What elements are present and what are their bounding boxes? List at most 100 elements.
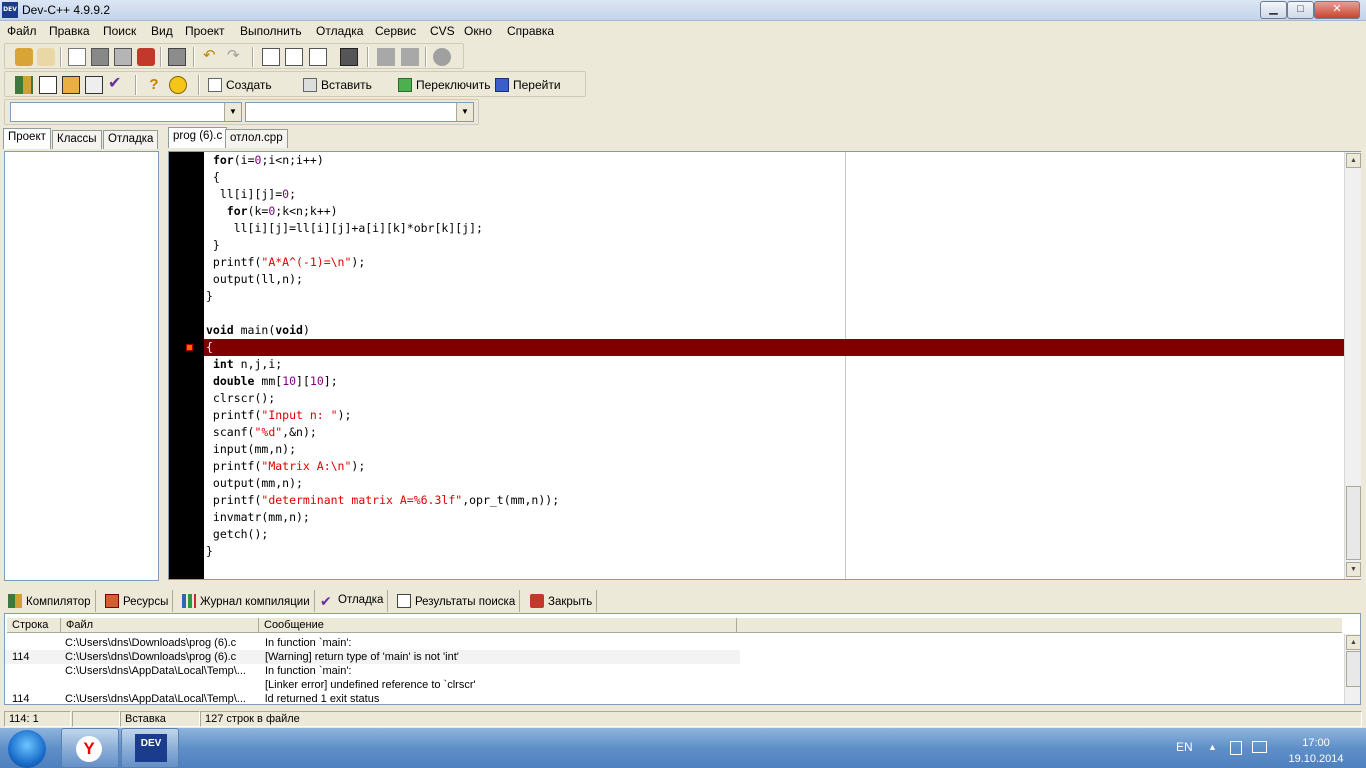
save-all-icon[interactable] [114, 48, 132, 66]
menu-window[interactable]: Окно [464, 24, 492, 38]
tab-prog-6-c[interactable]: prog (6).c [168, 127, 228, 148]
scroll-down-icon[interactable]: ▼ [1346, 562, 1361, 577]
debug-check-icon[interactable]: ✔ [108, 76, 126, 94]
message-text: In function `main': [265, 637, 352, 649]
tab-close-label: Закрыть [548, 596, 593, 608]
scroll-up-icon[interactable]: ▲ [1346, 153, 1361, 168]
col-file-header[interactable]: Файл [61, 618, 259, 633]
code-token: "Input n: " [261, 408, 338, 422]
menu-file[interactable]: Файл [7, 24, 37, 38]
find-icon[interactable] [262, 48, 280, 66]
menu-view[interactable]: Вид [151, 24, 173, 38]
action-center-icon[interactable] [1230, 741, 1242, 755]
class-combo[interactable]: ▼ [10, 102, 242, 122]
code-token: ); [351, 255, 366, 269]
toggle-bookmark-button[interactable]: Переключить [398, 77, 490, 95]
code-line: } [206, 543, 213, 560]
menu-debug[interactable]: Отладка [316, 24, 363, 38]
message-row[interactable]: C:\Users\dns\AppData\Local\Temp\... In fu… [5, 664, 740, 678]
new-file-icon[interactable] [68, 48, 86, 66]
yandex-browser-button[interactable]: Y [61, 728, 119, 768]
code-token: } [206, 238, 220, 252]
code-token: ll[i][j]= [206, 187, 283, 201]
tab-search-results[interactable]: Результаты поиска [393, 590, 521, 612]
language-indicator[interactable]: EN [1176, 740, 1193, 754]
find-next-icon[interactable] [285, 48, 303, 66]
menu-run[interactable]: Выполнить [240, 24, 302, 38]
code-token: ;i<n;i++) [261, 153, 324, 167]
insert-button[interactable]: Вставить [303, 77, 372, 95]
minimize-button[interactable]: ▁ [1260, 1, 1287, 19]
line-count: 127 строк в файле [200, 711, 1362, 727]
menu-help[interactable]: Справка [507, 24, 554, 38]
about-icon[interactable] [169, 76, 187, 94]
tab-resources[interactable]: Ресурсы [101, 590, 174, 612]
tab-close[interactable]: Закрыть [526, 590, 598, 612]
code-token: } [206, 544, 213, 558]
menu-tools[interactable]: Сервис [375, 24, 416, 38]
replace-icon[interactable] [309, 48, 327, 66]
message-row[interactable]: 114 C:\Users\dns\Downloads\prog (6).c [War… [5, 650, 740, 664]
maximize-button[interactable]: □ [1287, 1, 1314, 19]
status-bar: 114: 1 Вставка 127 строк в файле [0, 710, 1366, 728]
network-icon[interactable] [1252, 741, 1267, 753]
close-file-icon[interactable] [137, 48, 155, 66]
open-project-icon[interactable] [37, 48, 55, 66]
messages-scrollbar[interactable]: ▲ [1344, 634, 1360, 704]
tab-compiler[interactable]: Компилятор [4, 590, 96, 612]
goto-line-icon[interactable] [340, 48, 358, 66]
run-icon[interactable] [39, 76, 57, 94]
scroll-thumb[interactable] [1346, 486, 1361, 560]
code-line: printf("determinant matrix A=%6.3lf",opr… [206, 492, 559, 509]
menu-edit[interactable]: Правка [49, 24, 90, 38]
new-class-icon [208, 78, 222, 92]
col-message-header[interactable]: Сообщение [259, 618, 737, 633]
message-row[interactable]: [Linker error] undefined reference to `c… [5, 678, 740, 692]
menu-search[interactable]: Поиск [103, 24, 136, 38]
close-button[interactable]: ✕ [1314, 1, 1360, 19]
toggle-comment-icon[interactable] [433, 48, 451, 66]
create-class-button[interactable]: Создать [208, 77, 272, 95]
resources-icon [105, 594, 119, 608]
tray-expand-icon[interactable]: ▲ [1208, 742, 1217, 752]
menu-cvs[interactable]: CVS [430, 24, 455, 38]
help-icon[interactable]: ? [145, 76, 163, 94]
col-line-header[interactable]: Строка [7, 618, 61, 633]
project-icon[interactable] [15, 48, 33, 66]
code-token: ,&n); [282, 425, 317, 439]
scroll-thumb[interactable] [1346, 651, 1360, 687]
unindent-icon[interactable] [377, 48, 395, 66]
project-tree[interactable] [4, 151, 159, 581]
tab-compile-log[interactable]: Журнал компиляции [178, 590, 315, 612]
tab-classes[interactable]: Классы [52, 130, 102, 149]
scroll-up-icon[interactable]: ▲ [1346, 635, 1360, 650]
tab-otlol-cpp[interactable]: отлол.cpp [225, 129, 288, 148]
tab-debug[interactable]: Отладка [103, 130, 159, 149]
tab-project[interactable]: Проект [3, 128, 51, 149]
menu-project[interactable]: Проект [185, 24, 225, 38]
redo-icon[interactable]: ↷ [227, 48, 245, 66]
editor-scrollbar[interactable]: ▲ ▼ [1344, 152, 1361, 579]
chevron-down-icon[interactable]: ▼ [456, 103, 473, 121]
clock[interactable]: 17:00 19.10.2014 [1286, 735, 1346, 767]
member-combo[interactable]: ▼ [245, 102, 474, 122]
code-token: for [226, 204, 248, 218]
compile-run-icon[interactable] [62, 76, 80, 94]
message-row[interactable]: C:\Users\dns\Downloads\prog (6).c In func… [5, 636, 740, 650]
print-icon[interactable] [168, 48, 186, 66]
indent-icon[interactable] [401, 48, 419, 66]
tab-resources-label: Ресурсы [123, 596, 169, 608]
code-editor[interactable]: for(i=0;i<n;i++) { ll[i][j]=0; for(k=0;k… [168, 151, 1361, 580]
devcpp-taskbar-button[interactable]: DEV [121, 728, 179, 768]
code-token: { [206, 340, 213, 354]
undo-icon[interactable]: ↶ [203, 48, 221, 66]
goto-bookmark-button[interactable]: Перейти [495, 77, 561, 95]
save-icon[interactable] [91, 48, 109, 66]
compile-icon[interactable] [15, 76, 33, 94]
chevron-down-icon[interactable]: ▼ [224, 103, 241, 121]
message-row[interactable]: 114 C:\Users\dns\AppData\Local\Temp\... ld… [5, 692, 740, 704]
tab-debug-output[interactable]: ✔ Отладка [316, 590, 389, 612]
compiler-messages[interactable]: Строка Файл Сообщение C:\Users\dns\Downl… [4, 613, 1361, 705]
rebuild-icon[interactable] [85, 76, 103, 94]
start-button[interactable] [8, 730, 46, 768]
